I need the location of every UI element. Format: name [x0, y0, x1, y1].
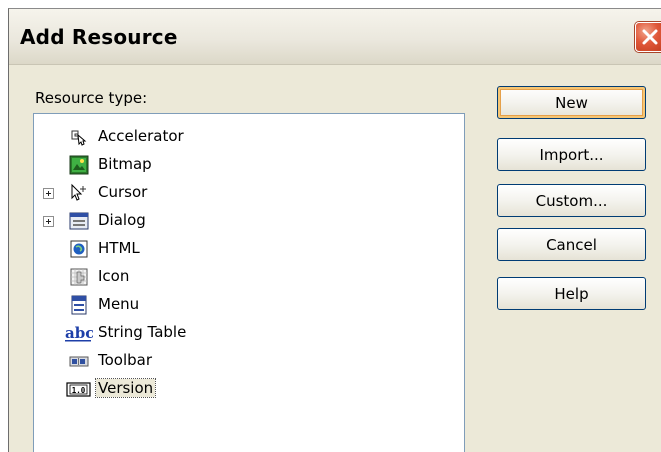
list-item-bitmap[interactable]: Bitmap — [34, 152, 464, 178]
cursor-icon — [69, 183, 89, 203]
toolbar-icon — [69, 351, 89, 371]
html-icon — [69, 239, 89, 259]
list-item-version[interactable]: 1.0 Version — [34, 376, 464, 402]
list-item-menu[interactable]: Menu — [34, 292, 464, 318]
custom-button[interactable]: Custom... — [497, 184, 646, 217]
list-item-html[interactable]: HTML — [34, 236, 464, 262]
list-item-string-table[interactable]: abc String Table — [34, 320, 464, 346]
list-item-label: Version — [94, 378, 157, 398]
dialog-icon — [69, 211, 89, 231]
string-table-icon-text: abc — [65, 324, 93, 342]
list-item-cursor[interactable]: Cursor — [34, 180, 464, 206]
title-bar[interactable]: Add Resource — [9, 9, 661, 65]
add-resource-dialog: Add Resource Resource type: Accelerator — [8, 8, 661, 452]
list-item-label: Bitmap — [98, 155, 152, 173]
close-icon — [642, 29, 658, 45]
list-item-label: Dialog — [98, 211, 146, 229]
list-item-label: Menu — [98, 295, 140, 313]
string-table-icon: abc — [65, 323, 94, 343]
icon-resource-icon — [69, 267, 89, 287]
list-item-accelerator[interactable]: Accelerator — [34, 124, 464, 150]
list-item-label: Accelerator — [98, 127, 184, 145]
help-button[interactable]: Help — [497, 277, 646, 310]
resource-type-list[interactable]: Accelerator Bitmap Cursor Dialog HTML Ic… — [33, 113, 465, 452]
accelerator-icon — [69, 127, 89, 147]
new-button[interactable]: New — [497, 86, 646, 119]
menu-icon — [69, 295, 89, 315]
list-item-label: Cursor — [98, 183, 148, 201]
list-item-dialog[interactable]: Dialog — [34, 208, 464, 234]
expand-cursor-toggle[interactable] — [43, 188, 54, 199]
list-item-label: HTML — [98, 239, 140, 257]
bitmap-icon — [69, 155, 89, 175]
cancel-button[interactable]: Cancel — [497, 228, 646, 261]
import-button[interactable]: Import... — [497, 138, 646, 171]
dialog-title: Add Resource — [20, 25, 178, 49]
list-item-icon[interactable]: Icon — [34, 264, 464, 290]
resource-type-label: Resource type: — [35, 89, 148, 107]
expand-dialog-toggle[interactable] — [43, 216, 54, 227]
list-item-toolbar[interactable]: Toolbar — [34, 348, 464, 374]
version-icon-text: 1.0 — [72, 386, 86, 395]
list-item-label: Toolbar — [98, 351, 153, 369]
close-button[interactable] — [635, 22, 661, 52]
list-item-label: Icon — [98, 267, 130, 285]
list-item-label: String Table — [98, 323, 187, 341]
version-icon: 1.0 — [66, 379, 92, 399]
